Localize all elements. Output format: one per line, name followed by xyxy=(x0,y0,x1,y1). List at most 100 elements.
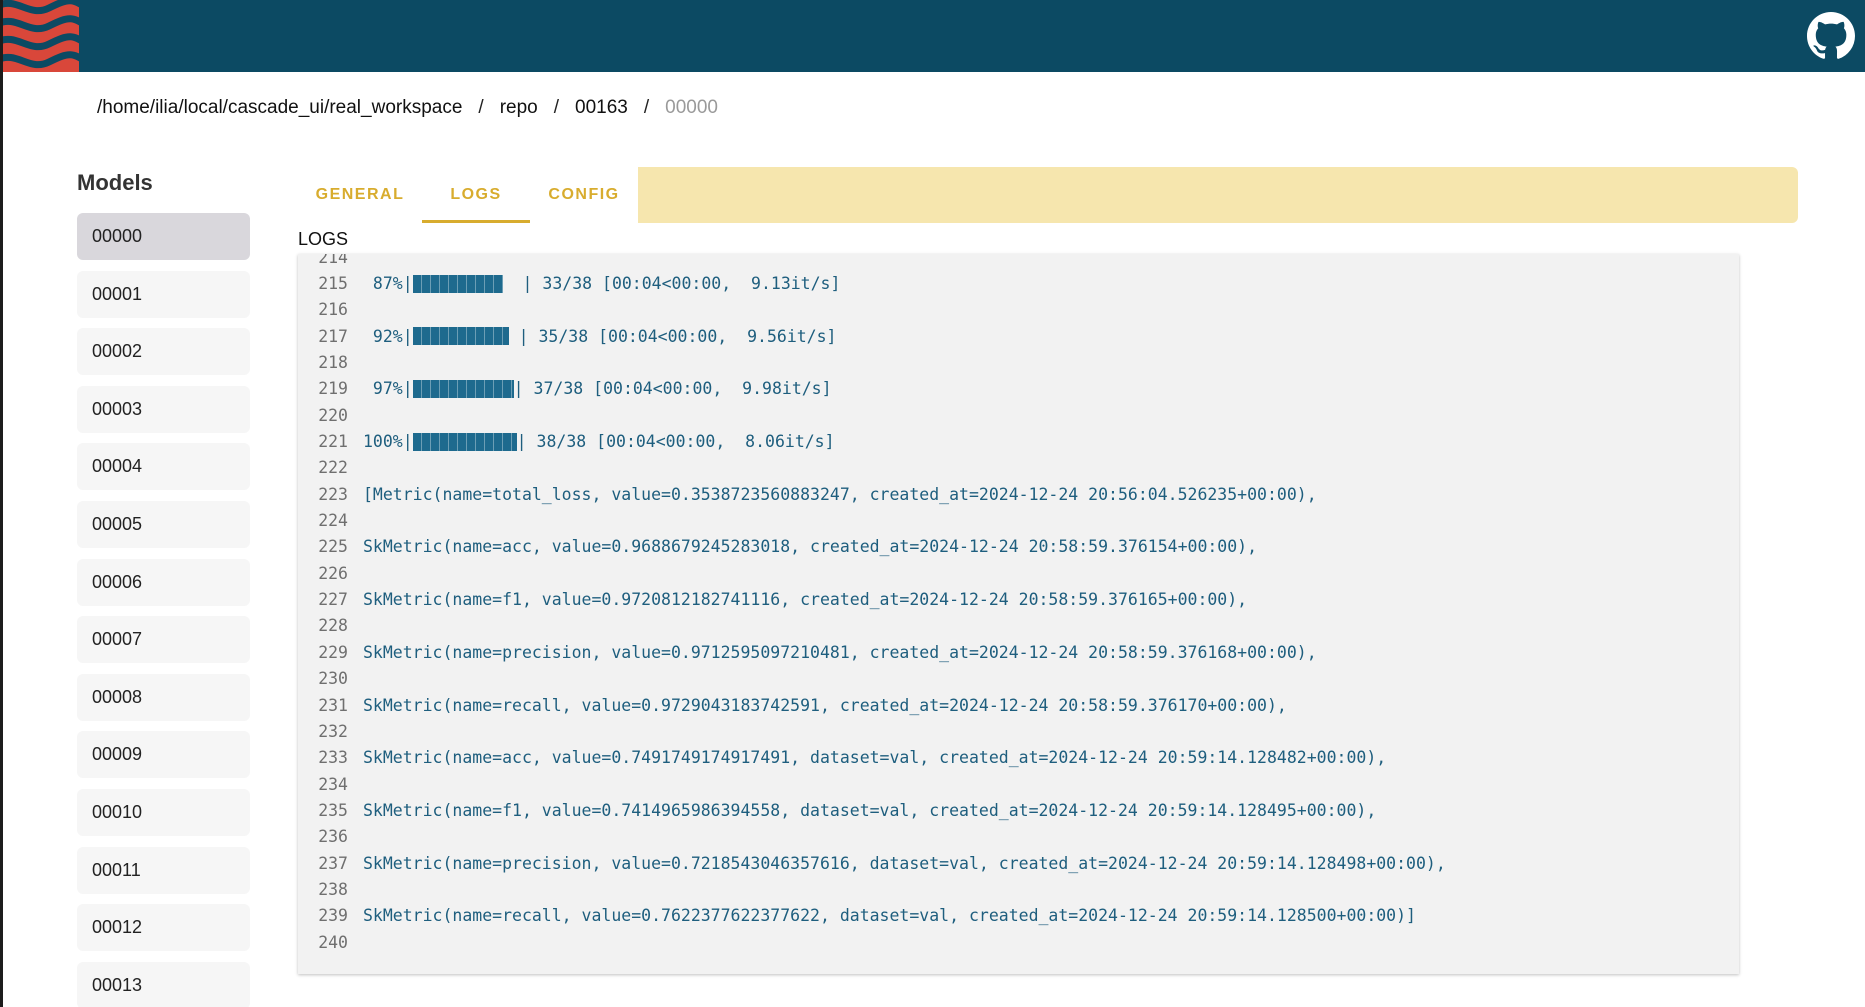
log-line: 239 SkMetric(name=recall, value=0.7622377… xyxy=(298,903,1739,929)
log-line-number: 228 xyxy=(318,616,348,636)
app-window: /home/ilia/local/cascade_ui/real_workspa… xyxy=(0,0,1865,1007)
log-line-text: SkMetric(name=acc, value=0.9688679245283… xyxy=(363,537,1258,557)
github-icon[interactable] xyxy=(1807,12,1855,60)
log-line: 231 SkMetric(name=recall, value=0.9729043… xyxy=(298,692,1739,718)
log-line: 222 xyxy=(298,455,1739,481)
log-line: 217 92%| | 35/38 [00:04<00:00, 9.56it/s] xyxy=(298,323,1739,349)
model-item-00010[interactable]: 00010 xyxy=(77,788,250,836)
log-line: 229 SkMetric(name=precision, value=0.9712… xyxy=(298,639,1739,665)
log-line: 235 SkMetric(name=f1, value=0.74149659863… xyxy=(298,797,1739,823)
progress-percent: 97%| xyxy=(363,379,413,399)
model-item-00007[interactable]: 00007 xyxy=(77,616,250,664)
log-line-number: 233 xyxy=(318,748,348,768)
log-line: 228 xyxy=(298,613,1739,639)
log-line: 223 [Metric(name=total_loss, value=0.3538… xyxy=(298,481,1739,507)
log-line: 220 xyxy=(298,402,1739,428)
log-line-number: 240 xyxy=(318,932,348,952)
log-line-number: 232 xyxy=(318,721,348,741)
tab-general[interactable]: GENERAL xyxy=(298,167,422,223)
log-line: 240 xyxy=(298,929,1739,955)
progress-stats: | 38/38 [00:04<00:00, 8.06it/s] xyxy=(516,432,835,452)
log-line-number: 236 xyxy=(318,827,348,847)
progress-percent: 100%| xyxy=(363,432,413,452)
tab-logs[interactable]: LOGS xyxy=(422,167,530,223)
log-line-number: 234 xyxy=(318,774,348,794)
log-line: 234 xyxy=(298,771,1739,797)
log-line-number: 223 xyxy=(318,484,348,504)
log-line-number: 216 xyxy=(318,300,348,320)
breadcrumb-current-model: 00000 xyxy=(665,97,718,118)
log-line-number: 215 xyxy=(318,274,348,294)
log-line-text: SkMetric(name=recall, value=0.7622377622… xyxy=(363,906,1416,926)
models-heading: Models xyxy=(77,170,153,195)
log-line-number: 222 xyxy=(318,458,348,478)
model-item-00008[interactable]: 00008 xyxy=(77,673,250,721)
log-line: 230 xyxy=(298,666,1739,692)
breadcrumb-line[interactable]: 00163 xyxy=(575,97,628,119)
progress-bar xyxy=(412,432,517,451)
breadcrumb-repo[interactable]: repo xyxy=(500,97,538,119)
model-item-00000[interactable]: 00000 xyxy=(77,213,250,260)
breadcrumb-separator: / xyxy=(643,97,650,118)
log-line: 218 xyxy=(298,349,1739,375)
log-line-text: 87%| | 33/38 [00:04<00:00, 9.13it/s] xyxy=(363,274,841,294)
log-line-number: 235 xyxy=(318,800,348,820)
log-line-number: 229 xyxy=(318,642,348,662)
log-line: 233 SkMetric(name=acc, value=0.7491749174… xyxy=(298,745,1739,771)
model-item-00002[interactable]: 00002 xyxy=(77,328,250,376)
model-item-00009[interactable]: 00009 xyxy=(77,731,250,779)
log-line-number: 226 xyxy=(318,563,348,583)
breadcrumb-workspace[interactable]: /home/ilia/local/cascade_ui/real_workspa… xyxy=(97,97,462,119)
logs-label: LOGS xyxy=(298,229,349,249)
log-line-number: 214 xyxy=(318,254,348,267)
log-line: 237 SkMetric(name=precision, value=0.7218… xyxy=(298,850,1739,876)
log-line-text: SkMetric(name=f1, value=0.74149659863945… xyxy=(363,800,1377,820)
log-line: 236 xyxy=(298,824,1739,850)
log-line-text: 100%| | 38/38 [00:04<00:00, 8.06it/s] xyxy=(363,432,835,451)
log-viewer[interactable]: 214 215 87%| | 33/38 [00:04<00:00, 9.13it… xyxy=(298,254,1739,974)
log-line-number: 239 xyxy=(318,906,348,926)
log-line-number: 238 xyxy=(318,879,348,899)
progress-percent: 92%| xyxy=(363,326,413,346)
log-line-number: 218 xyxy=(318,353,348,373)
log-line-number: 219 xyxy=(318,379,348,399)
log-line-text: SkMetric(name=f1, value=0.97208121827411… xyxy=(363,590,1248,610)
log-line-number: 220 xyxy=(318,405,348,425)
model-item-00005[interactable]: 00005 xyxy=(77,500,250,548)
model-item-00001[interactable]: 00001 xyxy=(77,270,250,318)
cascade-logo-icon[interactable] xyxy=(3,0,79,72)
log-line-text: 97%| | 37/38 [00:04<00:00, 9.98it/s] xyxy=(363,379,832,398)
model-item-00012[interactable]: 00012 xyxy=(77,904,250,952)
model-item-00004[interactable]: 00004 xyxy=(77,443,250,491)
log-line: 224 xyxy=(298,507,1739,533)
log-line: 216 xyxy=(298,297,1739,323)
log-line: 215 87%| | 33/38 [00:04<00:00, 9.13it/s] xyxy=(298,270,1739,296)
model-list: 00000 00001 00002 00003 00004 00005 00006 00007… xyxy=(77,213,250,1007)
progress-bar xyxy=(412,379,514,398)
log-line-text: SkMetric(name=recall, value=0.9729043183… xyxy=(363,695,1287,715)
log-line-text: [Metric(name=total_loss, value=0.3538723… xyxy=(363,484,1317,504)
log-line: 225 SkMetric(name=acc, value=0.9688679245… xyxy=(298,534,1739,560)
progress-bar xyxy=(412,274,503,293)
progress-percent: 87%| xyxy=(363,274,413,294)
log-line-number: 230 xyxy=(318,669,348,689)
log-lines: 214 215 87%| | 33/38 [00:04<00:00, 9.13it… xyxy=(298,254,1739,955)
log-line: 226 xyxy=(298,560,1739,586)
log-line-number: 217 xyxy=(318,326,348,346)
model-item-00006[interactable]: 00006 xyxy=(77,558,250,606)
log-line-text: SkMetric(name=precision, value=0.9712595… xyxy=(363,642,1317,662)
model-item-00013[interactable]: 00013 xyxy=(77,961,250,1007)
model-item-00003[interactable]: 00003 xyxy=(77,385,250,433)
log-line: 232 xyxy=(298,718,1739,744)
progress-stats: | 35/38 [00:04<00:00, 9.56it/s] xyxy=(508,326,837,346)
breadcrumb: /home/ilia/local/cascade_ui/real_workspa… xyxy=(97,96,718,120)
progress-stats: | 33/38 [00:04<00:00, 9.13it/s] xyxy=(502,274,841,294)
progress-stats: | 37/38 [00:04<00:00, 9.98it/s] xyxy=(513,379,832,399)
log-line: 221 100%| | 38/38 [00:04<00:00, 8.06it/s] xyxy=(298,428,1739,454)
log-line: 227 SkMetric(name=f1, value=0.97208121827… xyxy=(298,586,1739,612)
log-line-number: 225 xyxy=(318,537,348,557)
model-item-00011[interactable]: 00011 xyxy=(77,846,250,894)
log-line: 214 xyxy=(298,254,1739,270)
log-line-text: SkMetric(name=acc, value=0.7491749174917… xyxy=(363,748,1387,768)
tab-config[interactable]: CONFIG xyxy=(530,167,638,223)
